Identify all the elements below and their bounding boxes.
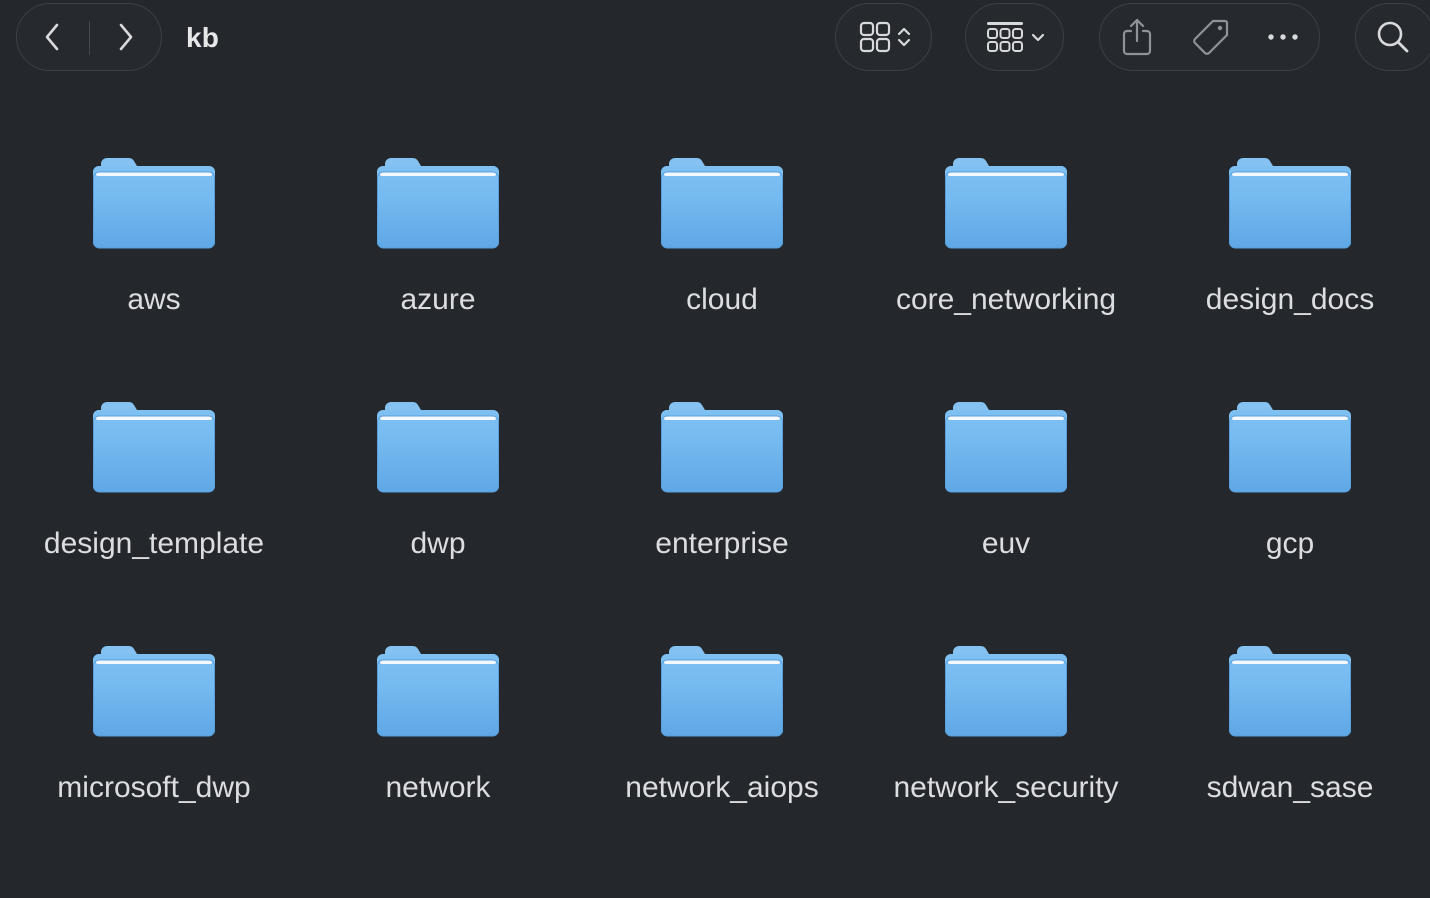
chevron-updown-icon: [897, 27, 910, 47]
forward-button[interactable]: [90, 4, 160, 70]
folder-label: cloud: [686, 283, 758, 316]
search-icon: [1377, 21, 1409, 53]
folder-item-dwp[interactable]: dwp: [296, 384, 580, 628]
folder-item-network-aiops[interactable]: network_aiops: [580, 628, 864, 872]
folder-icon: [1229, 158, 1351, 249]
folder-item-enterprise[interactable]: enterprise: [580, 384, 864, 628]
folder-label: core_networking: [895, 283, 1117, 316]
window-title: kb: [186, 22, 220, 53]
folder-label: aws: [127, 283, 181, 316]
folder-item-euv[interactable]: euv: [864, 384, 1148, 628]
folder-label: microsoft_dwp: [57, 771, 251, 804]
folder-item-gcp[interactable]: gcp: [1148, 384, 1430, 628]
folder-icon: [661, 402, 783, 493]
folder-label: network_security: [893, 771, 1119, 804]
group-by-button[interactable]: [965, 3, 1064, 71]
folder-label: sdwan_sase: [1206, 771, 1374, 804]
folder-icon: [1229, 646, 1351, 737]
folder-label: network: [385, 771, 491, 804]
folder-item-aws[interactable]: aws: [12, 140, 296, 384]
folder-label: network_aiops: [625, 771, 819, 804]
view-mode-button[interactable]: [835, 3, 932, 71]
group-by-icon: [987, 22, 1023, 52]
share-icon: [1122, 18, 1152, 56]
folder-item-network[interactable]: network: [296, 628, 580, 872]
folder-icon: [377, 158, 499, 249]
folder-icon: [945, 402, 1067, 493]
folder-item-core-networking[interactable]: core_networking: [864, 140, 1148, 384]
folder-label: gcp: [1265, 527, 1315, 560]
folder-icon: [93, 158, 215, 249]
tag-icon: [1193, 19, 1229, 55]
finder-window: kb aws azure cloud core_networking desig…: [0, 0, 1430, 898]
folder-item-microsoft-dwp[interactable]: microsoft_dwp: [12, 628, 296, 872]
folder-icon: [93, 402, 215, 493]
folder-icon: [1229, 402, 1351, 493]
share-button[interactable]: [1108, 4, 1166, 70]
folder-label: dwp: [410, 527, 466, 560]
search-button[interactable]: [1355, 3, 1430, 71]
folder-grid: aws azure cloud core_networking design_d…: [12, 140, 1430, 872]
folder-icon: [661, 646, 783, 737]
icon-grid-view-icon: [859, 21, 890, 53]
view-mode-control[interactable]: [836, 4, 933, 70]
folder-label: design_docs: [1205, 283, 1375, 316]
folder-item-sdwan-sase[interactable]: sdwan_sase: [1148, 628, 1430, 872]
navigation-group: [16, 3, 162, 71]
folder-icon: [93, 646, 215, 737]
folder-label: euv: [981, 527, 1031, 560]
tag-button[interactable]: [1176, 4, 1246, 70]
folder-item-azure[interactable]: azure: [296, 140, 580, 384]
back-button[interactable]: [17, 4, 89, 70]
chevron-right-icon: [119, 23, 133, 51]
folder-icon: [661, 158, 783, 249]
folder-icon: [377, 646, 499, 737]
actions-group: [1099, 3, 1320, 71]
folder-item-network-security[interactable]: network_security: [864, 628, 1148, 872]
more-button[interactable]: [1252, 4, 1314, 70]
folder-label: azure: [400, 283, 476, 316]
toolbar: kb: [0, 0, 1430, 78]
chevron-left-icon: [45, 23, 59, 51]
folder-item-cloud[interactable]: cloud: [580, 140, 864, 384]
chevron-down-icon: [1031, 33, 1045, 42]
ellipsis-icon: [1268, 34, 1298, 40]
folder-item-design-docs[interactable]: design_docs: [1148, 140, 1430, 384]
search-control[interactable]: [1356, 4, 1430, 70]
folder-item-design-template[interactable]: design_template: [12, 384, 296, 628]
folder-icon: [377, 402, 499, 493]
folder-icon: [945, 158, 1067, 249]
folder-label: enterprise: [655, 527, 789, 560]
group-by-control[interactable]: [966, 4, 1065, 70]
folder-icon: [945, 646, 1067, 737]
folder-label: design_template: [43, 527, 265, 560]
